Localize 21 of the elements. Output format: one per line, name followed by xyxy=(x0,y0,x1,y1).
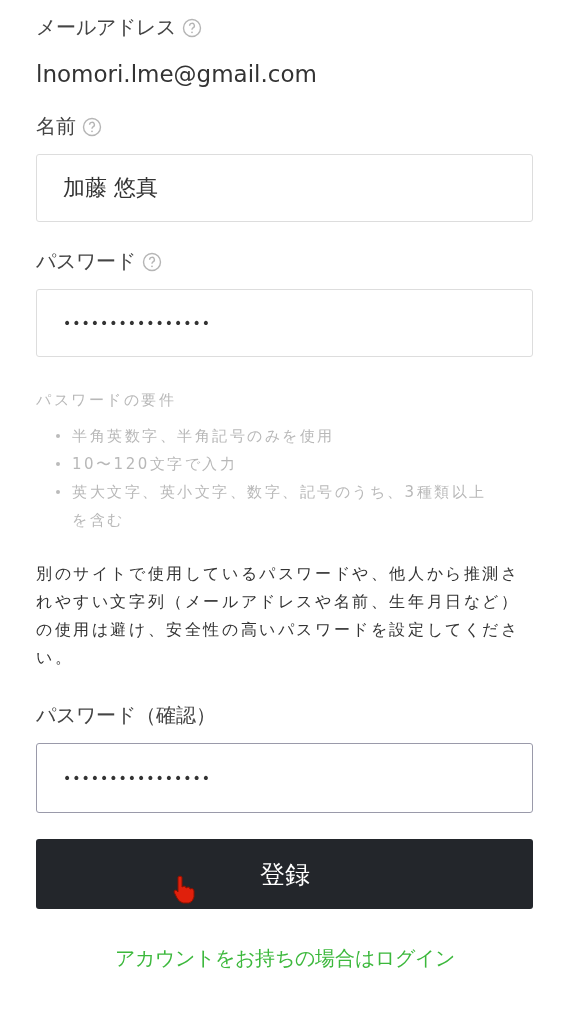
email-value: lnomori.lme@gmail.com xyxy=(36,61,318,87)
register-button[interactable]: 登録 xyxy=(36,839,533,909)
input-field[interactable]: 加藤 悠真 xyxy=(36,154,533,222)
requirement-text: 10〜120文字で入力 xyxy=(72,454,238,475)
bullet-icon xyxy=(56,434,60,438)
password-advice: 別のサイトで使用しているパスワードや、他人から推測されやすい文字列（メールアドレスや名前、生年月日など）の使用は避け、安全性の高いパスワードを設定してください。 xyxy=(36,563,521,669)
input-field[interactable]: •••••••••••••••• xyxy=(36,743,533,813)
help-icon[interactable] xyxy=(82,116,102,137)
requirement-text: 英大文字、英小文字、数字、記号のうち、3種類以上を含む xyxy=(72,482,488,531)
help-icon[interactable] xyxy=(142,251,162,272)
requirement-text: 半角英数字、半角記号のみを使用 xyxy=(72,426,335,447)
bullet-icon xyxy=(56,462,60,466)
field-label: 名前 xyxy=(36,113,76,140)
hand-cursor-icon xyxy=(172,875,196,905)
bullet-icon xyxy=(56,490,60,494)
field-label: パスワード（確認） xyxy=(36,702,216,729)
field-label: パスワード xyxy=(36,248,136,275)
requirements-title: パスワードの要件 xyxy=(36,391,177,410)
help-icon[interactable] xyxy=(182,17,202,38)
input-field[interactable]: •••••••••••••••• xyxy=(36,289,533,357)
field-label: メールアドレス xyxy=(36,14,176,41)
